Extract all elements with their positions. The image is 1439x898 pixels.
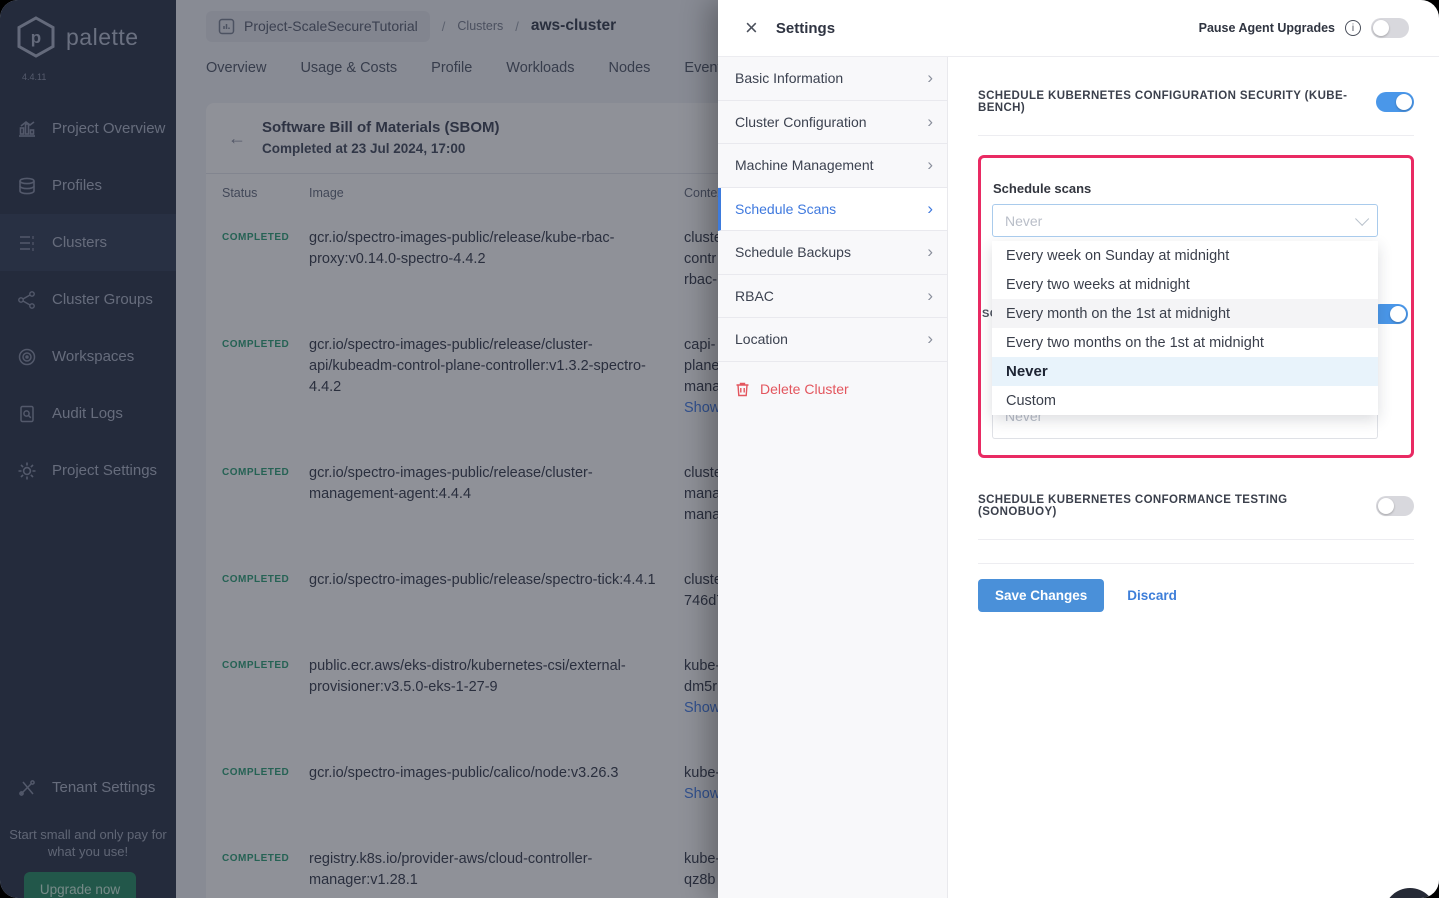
pause-agent-upgrades-toggle[interactable] [1371,18,1409,38]
info-icon[interactable]: i [1345,20,1361,36]
option-never[interactable]: Never [992,357,1378,386]
chevron-right-icon: › [927,112,933,132]
option-every-week[interactable]: Every week on Sunday at midnight [992,241,1378,270]
schedule-scans-select[interactable]: Never [992,204,1378,237]
app-window: p palette 4.4.11 Project Overview Profil… [0,0,1439,898]
chevron-right-icon: › [927,155,933,175]
menu-item-machine-management[interactable]: Machine Management › [718,144,947,188]
close-icon[interactable]: × [745,17,758,39]
settings-panel: × Settings Pause Agent Upgrades i Basic … [718,0,1439,898]
chevron-right-icon: › [927,286,933,306]
trash-icon [735,381,750,397]
actions-divider [978,563,1414,564]
menu-item-schedule-scans[interactable]: Schedule Scans › [718,188,947,232]
save-changes-button[interactable]: Save Changes [978,579,1104,612]
settings-title: Settings [776,20,835,37]
kube-bench-toggle[interactable] [1376,92,1414,112]
sonobuoy-toggle[interactable] [1376,496,1414,516]
option-every-two-months[interactable]: Every two months on the 1st at midnight [992,328,1378,357]
sonobuoy-label: SCHEDULE KUBERNETES CONFORMANCE TESTING … [978,494,1356,518]
menu-item-cluster-configuration[interactable]: Cluster Configuration › [718,101,947,145]
option-custom[interactable]: Custom [992,386,1378,415]
schedule-scans-dropdown: Every week on Sunday at midnight Every t… [992,241,1378,415]
chevron-right-icon: › [927,199,933,219]
obscured-select-field: Never [992,415,1378,439]
menu-item-basic-information[interactable]: Basic Information › [718,57,947,101]
delete-cluster-button[interactable]: Delete Cluster [718,371,947,407]
menu-item-location[interactable]: Location › [718,318,947,362]
pause-agent-upgrades-label: Pause Agent Upgrades [1199,21,1335,35]
chevron-right-icon: › [927,329,933,349]
settings-menu: Basic Information › Cluster Configuratio… [718,57,948,898]
discard-button[interactable]: Discard [1127,588,1177,603]
schedule-scans-content: SCHEDULE KUBERNETES CONFIGURATION SECURI… [948,57,1439,898]
chevron-right-icon: › [927,242,933,262]
schedule-scans-field-label: Schedule scans [993,181,1091,196]
obscured-setting-label: SC [982,308,992,320]
chevron-right-icon: › [927,68,933,88]
option-every-month[interactable]: Every month on the 1st at midnight [992,299,1378,328]
menu-item-schedule-backups[interactable]: Schedule Backups › [718,231,947,275]
select-value: Never [1005,213,1042,229]
tutorial-annotation-box: Schedule scans SC Never Never Every week… [978,155,1414,458]
option-every-two-weeks[interactable]: Every two weeks at midnight [992,270,1378,299]
kube-bench-label: SCHEDULE KUBERNETES CONFIGURATION SECURI… [978,90,1356,114]
chevron-down-icon [1355,211,1369,225]
menu-item-rbac[interactable]: RBAC › [718,275,947,319]
